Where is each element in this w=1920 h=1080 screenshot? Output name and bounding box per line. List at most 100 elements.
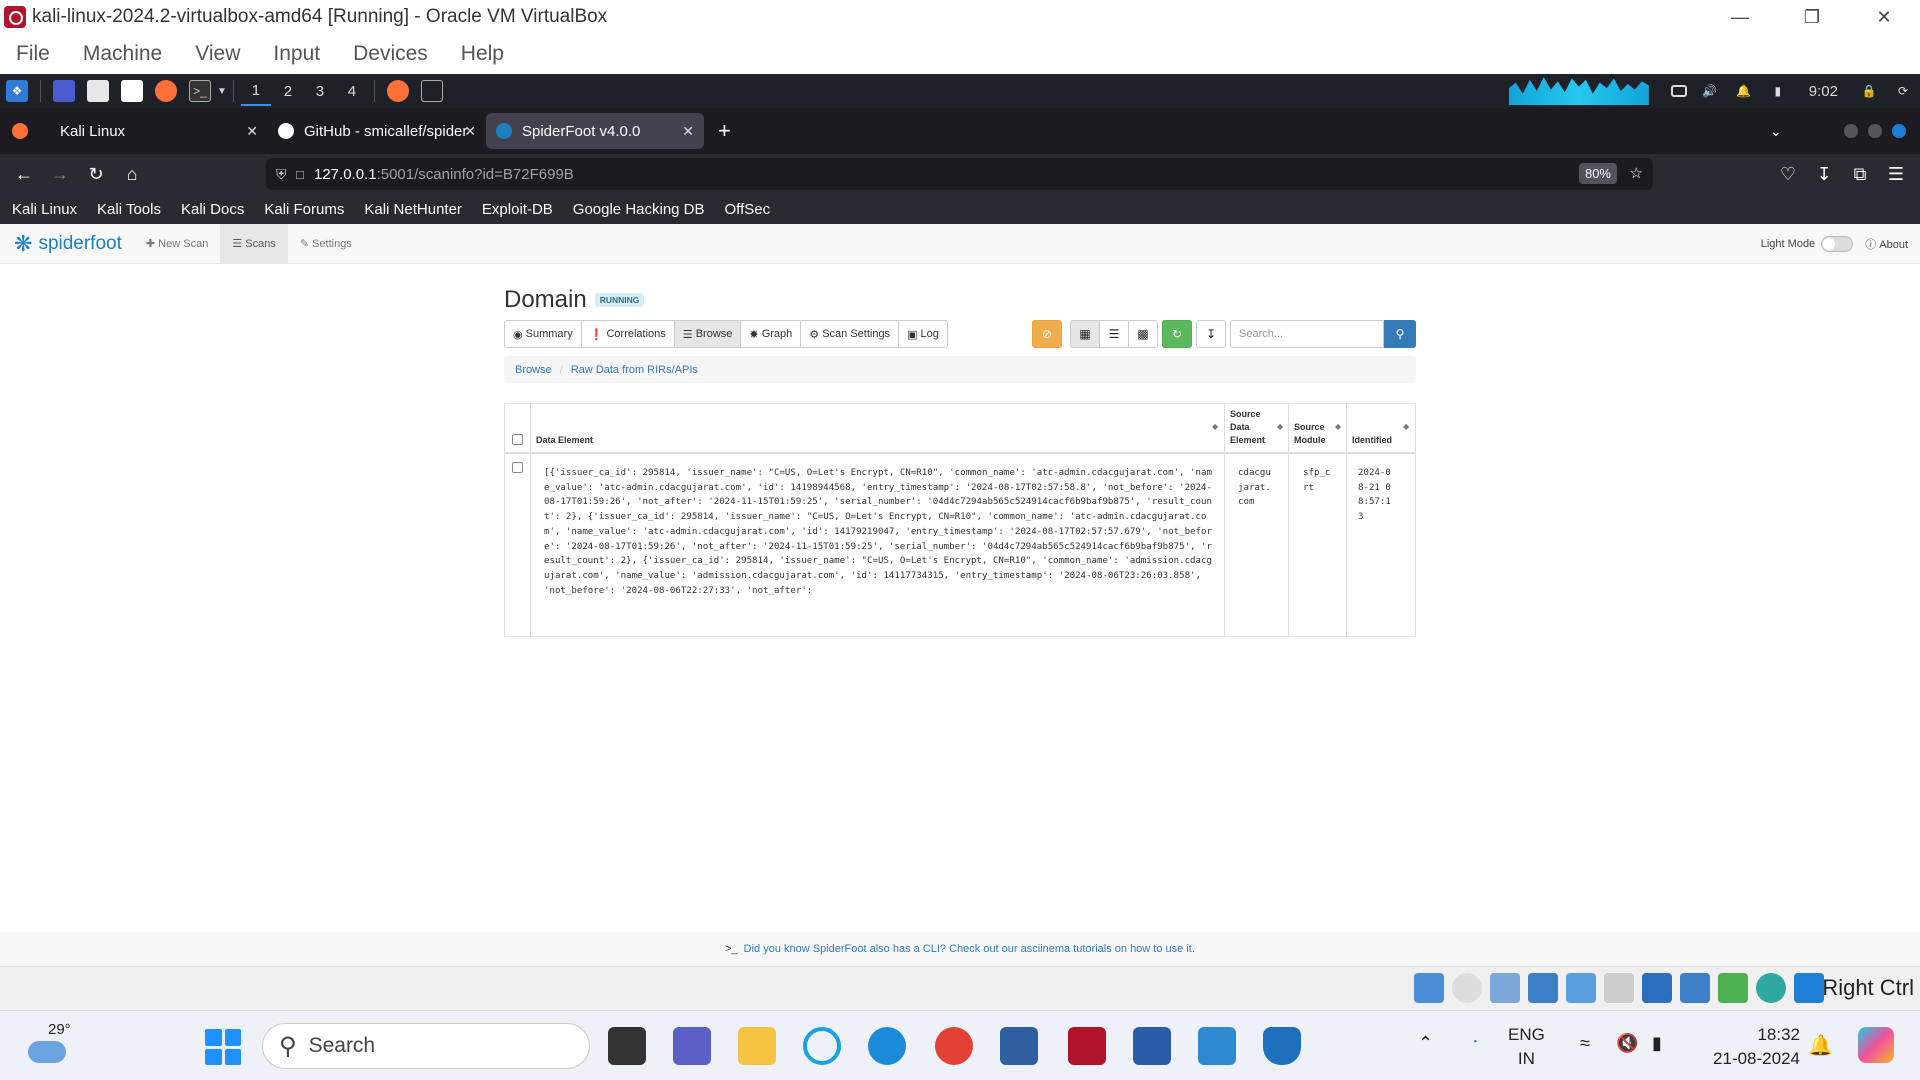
- search-input[interactable]: Search...: [1230, 320, 1384, 348]
- workspace-2[interactable]: 2: [273, 76, 303, 106]
- list-view-icon[interactable]: ☰: [1099, 320, 1129, 348]
- kali-vm-icon[interactable]: [1068, 1027, 1106, 1065]
- menu-devices[interactable]: Devices: [353, 42, 428, 66]
- workspace-3[interactable]: 3: [305, 76, 335, 106]
- tab-scan-settings[interactable]: ⚙ Scan Settings: [800, 320, 900, 348]
- menu-hamburger-icon[interactable]: ☰: [1878, 164, 1914, 185]
- chrome-icon[interactable]: [935, 1027, 973, 1065]
- shield-icon[interactable]: ⛨: [276, 166, 287, 183]
- firefox-window-icon[interactable]: [386, 80, 409, 102]
- bookmark-offsec[interactable]: OffSec: [725, 201, 771, 218]
- breadcrumb-browse[interactable]: Browse: [515, 364, 552, 376]
- display-icon[interactable]: [1642, 973, 1672, 1003]
- about-link[interactable]: ⓘ About: [1865, 236, 1908, 252]
- chevron-up-icon[interactable]: ⌃: [1418, 1033, 1433, 1054]
- cpu-icon[interactable]: [1718, 973, 1748, 1003]
- text-editor-icon[interactable]: [121, 80, 143, 102]
- hard-disk-icon[interactable]: [1414, 973, 1444, 1003]
- minimize-button[interactable]: —: [1704, 0, 1776, 34]
- home-icon[interactable]: ⌂: [114, 164, 150, 185]
- notepad-icon[interactable]: [1198, 1027, 1236, 1065]
- battery-charging-icon[interactable]: ▮: [1652, 1033, 1662, 1054]
- nav-settings[interactable]: ✎ Settings: [288, 224, 364, 264]
- tab-github[interactable]: GitHub - smicallef/spider ✕: [268, 113, 486, 149]
- bookmark-kali-forums[interactable]: Kali Forums: [264, 201, 344, 218]
- file-explorer-icon[interactable]: [738, 1027, 776, 1065]
- maximize-dot-icon[interactable]: [1868, 124, 1882, 138]
- copilot-icon[interactable]: [1858, 1027, 1894, 1063]
- nav-scans[interactable]: ☰ Scans: [220, 223, 288, 264]
- notification-bell-icon[interactable]: 🔔: [1808, 1033, 1833, 1058]
- stop-scan-icon[interactable]: ⊘: [1032, 320, 1062, 348]
- weather-widget[interactable]: 29°: [28, 1021, 98, 1071]
- edge-icon[interactable]: [868, 1027, 906, 1065]
- sort-icon[interactable]: ◆: [1212, 422, 1218, 431]
- close-tab-icon[interactable]: ✕: [246, 123, 258, 140]
- page-icon[interactable]: □: [296, 167, 304, 182]
- tab-spiderfoot[interactable]: SpiderFoot v4.0.0 ✕: [486, 113, 704, 149]
- back-icon[interactable]: ←: [6, 164, 42, 185]
- notification-icon[interactable]: 🔔: [1733, 80, 1755, 102]
- light-mode-toggle[interactable]: [1821, 236, 1854, 252]
- firefox-icon[interactable]: [155, 80, 177, 102]
- workspace-1[interactable]: 1: [240, 76, 271, 106]
- sort-icon[interactable]: ◆: [1277, 422, 1283, 431]
- image-view-icon[interactable]: ▩: [1128, 320, 1158, 348]
- breadcrumb-type[interactable]: Raw Data from RIRs/APIs: [571, 364, 698, 376]
- menu-machine[interactable]: Machine: [83, 42, 162, 66]
- tab-kali-linux[interactable]: Kali Linux ✕: [50, 113, 268, 149]
- menu-file[interactable]: File: [16, 42, 50, 66]
- menu-input[interactable]: Input: [273, 42, 320, 66]
- battery-icon[interactable]: ▮: [1767, 80, 1789, 102]
- bookmark-kali-linux[interactable]: Kali Linux: [12, 201, 77, 218]
- reload-icon[interactable]: ↻: [78, 164, 114, 185]
- new-tab-icon[interactable]: +: [718, 118, 731, 144]
- shared-folders-icon[interactable]: [1604, 973, 1634, 1003]
- optical-drive-icon[interactable]: [1452, 973, 1482, 1003]
- menu-help[interactable]: Help: [461, 42, 504, 66]
- terminal-window-icon[interactable]: [420, 80, 443, 102]
- desktop-icon[interactable]: [53, 80, 75, 102]
- tab-summary[interactable]: ◉ Summary: [504, 320, 582, 348]
- teams-icon[interactable]: [673, 1027, 711, 1065]
- close-button[interactable]: ✕: [1848, 0, 1920, 34]
- start-button[interactable]: [205, 1029, 241, 1065]
- recording-icon[interactable]: [1680, 973, 1710, 1003]
- kali-menu-icon[interactable]: ❖: [6, 80, 28, 102]
- sf-logo[interactable]: ❋ spiderfoot: [14, 231, 122, 257]
- row-checkbox[interactable]: [512, 462, 523, 473]
- header-data-element[interactable]: Data Element: [536, 434, 593, 447]
- taskbar-clock[interactable]: 18:32 21-08-2024: [1700, 1023, 1800, 1071]
- lock-icon[interactable]: 🔒: [1858, 80, 1880, 102]
- bookmark-kali-nethunter[interactable]: Kali NetHunter: [364, 201, 462, 218]
- cortana-icon[interactable]: [803, 1027, 841, 1065]
- url-text[interactable]: 127.0.0.1:5001/scaninfo?id=B72F699B: [314, 166, 574, 183]
- header-source-data-element[interactable]: Source Data Element: [1230, 408, 1270, 447]
- chevron-down-icon[interactable]: ▼: [217, 86, 227, 97]
- bookmark-kali-tools[interactable]: Kali Tools: [97, 201, 161, 218]
- bookmark-star-icon[interactable]: ☆: [1630, 164, 1643, 182]
- workspace-4[interactable]: 4: [337, 76, 367, 106]
- search-icon[interactable]: ⚲: [1384, 320, 1416, 348]
- audio-icon[interactable]: [1490, 973, 1520, 1003]
- sort-icon[interactable]: ◆: [1335, 422, 1341, 431]
- minimize-dot-icon[interactable]: [1844, 124, 1858, 138]
- menu-view[interactable]: View: [195, 42, 240, 66]
- power-icon[interactable]: ⟳: [1892, 80, 1914, 102]
- close-dot-icon[interactable]: [1892, 124, 1906, 138]
- sort-icon[interactable]: ◆: [1403, 422, 1409, 431]
- wifi-icon[interactable]: ≈: [1580, 1033, 1590, 1054]
- volume-icon[interactable]: 🔊: [1699, 80, 1721, 102]
- nav-new-scan[interactable]: ✚ New Scan: [134, 224, 220, 264]
- network-icon[interactable]: [1528, 973, 1558, 1003]
- tab-graph[interactable]: ✸ Graph: [740, 320, 802, 348]
- restore-button[interactable]: ❐: [1776, 0, 1848, 34]
- url-bar[interactable]: ⛨ □ 127.0.0.1:5001/scaninfo?id=B72F699B …: [266, 158, 1653, 190]
- data-element-cell[interactable]: [{'issuer_ca_id': 295814, 'issuer_name':…: [544, 466, 1216, 598]
- tab-correlations[interactable]: ❗ Correlations: [580, 320, 675, 348]
- tab-browse[interactable]: ☰ Browse: [673, 320, 742, 348]
- terminal-icon[interactable]: >_: [189, 80, 211, 102]
- close-tab-icon[interactable]: ✕: [464, 123, 476, 140]
- taskbar-search[interactable]: ⚲ Search: [262, 1023, 590, 1069]
- header-identified[interactable]: Identified: [1352, 434, 1392, 447]
